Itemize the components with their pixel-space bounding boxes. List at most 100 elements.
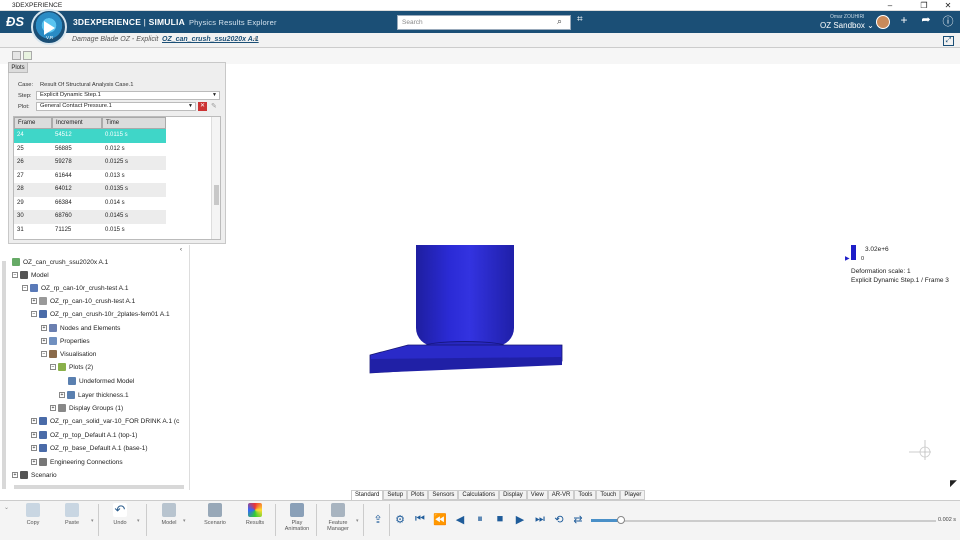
tree-item[interactable]: − Plots (2) <box>50 361 93 374</box>
collapse-icon[interactable]: − <box>31 311 37 318</box>
step-back-icon[interactable]: ⏪ <box>433 513 447 526</box>
tree-item[interactable]: + Display Groups (1) <box>50 402 123 415</box>
expand-icon[interactable]: + <box>31 459 37 466</box>
table-scrollbar[interactable] <box>211 117 220 239</box>
base-plate[interactable] <box>368 343 564 375</box>
play-animation-button[interactable]: Play Animation <box>282 503 312 532</box>
swing-icon[interactable]: ⇄ <box>571 513 585 526</box>
expand-icon[interactable]: + <box>50 405 56 412</box>
table-row[interactable]: 24 54512 0.0115 s <box>14 129 220 143</box>
last-frame-icon[interactable]: ⏭ <box>533 513 547 526</box>
tab-display[interactable]: Display <box>499 490 527 500</box>
feature-options-icon[interactable]: ▾ <box>356 518 359 524</box>
maximize-button[interactable]: ❐ <box>914 0 934 11</box>
tree-item[interactable]: − OZ_rp_can_crush-10r_2plates-fem01 A.1 <box>31 308 170 321</box>
expand-icon[interactable]: + <box>41 325 47 332</box>
paste-options-icon[interactable]: ▾ <box>91 518 94 524</box>
plot-settings-icon[interactable]: ✕ <box>198 102 207 111</box>
tree-item[interactable]: + Layer thickness.1 <box>59 389 129 402</box>
expand-icon[interactable]: + <box>31 298 37 305</box>
search-input[interactable]: Search <box>397 15 571 30</box>
tree-item[interactable]: + Nodes and Elements <box>41 322 120 335</box>
tab-plots-bottom[interactable]: Plots <box>407 490 429 500</box>
sandbox-selector[interactable]: OZ Sandbox ⌄ <box>820 21 874 30</box>
axis-triad-icon[interactable] <box>905 436 933 464</box>
edit-icon[interactable]: ✎ <box>211 102 217 110</box>
table-row[interactable]: 29 66384 0.014 s <box>14 197 220 211</box>
collapse-icon[interactable]: − <box>41 351 47 358</box>
col-header-time[interactable]: Time <box>102 117 166 129</box>
play-icon[interactable]: ▶ <box>513 513 527 526</box>
copy-button[interactable]: Copy <box>18 503 48 526</box>
tree-item[interactable]: + OZ_rp_top_Default A.1 (top-1) <box>31 429 137 442</box>
collapse-icon[interactable]: − <box>12 272 18 279</box>
help-icon[interactable]: ⓘ <box>940 13 956 29</box>
tree-item[interactable]: − OZ_rp_can-10r_crush-test A.1 <box>22 282 128 295</box>
scrollbar-thumb[interactable] <box>214 185 219 205</box>
new-tab-icon[interactable]: + <box>253 34 258 44</box>
panel-pin-icon[interactable] <box>23 51 32 60</box>
feature-manager-button[interactable]: Feature Manager <box>323 503 353 532</box>
close-button[interactable]: ✕ <box>938 0 958 11</box>
collapse-panel-icon[interactable]: ‹ <box>180 247 182 253</box>
tree-item[interactable]: − Visualisation <box>41 348 96 361</box>
play-reverse-icon[interactable]: ◀ <box>453 513 467 526</box>
paste-button[interactable]: Paste <box>57 503 87 526</box>
tree-hscrollbar[interactable] <box>14 485 184 489</box>
expand-icon[interactable]: + <box>31 445 37 452</box>
compass-widget[interactable]: V,R <box>31 9 67 45</box>
tree-root[interactable]: OZ_can_crush_ssu2020x A.1 <box>12 256 108 269</box>
tab-standard[interactable]: Standard <box>351 490 384 500</box>
tab-setup[interactable]: Setup <box>383 490 408 500</box>
plot-select[interactable]: General Contact Pressure.1 ▼ <box>36 102 196 111</box>
time-slider[interactable] <box>591 520 936 522</box>
time-slider-handle[interactable] <box>617 516 625 524</box>
col-header-frame[interactable]: Frame <box>14 117 52 129</box>
expand-icon[interactable]: + <box>31 432 37 439</box>
tag-icon[interactable]: ⌗ <box>577 14 583 25</box>
export-icon[interactable]: ⇪ <box>371 513 385 526</box>
gear-icon[interactable]: ⚙ <box>393 513 407 526</box>
tab-plots[interactable]: Plots <box>8 62 28 73</box>
step-select[interactable]: Explicit Dynamic Step.1 ▼ <box>36 91 220 100</box>
undo-options-icon[interactable]: ▾ <box>137 518 140 524</box>
table-row[interactable]: 30 68760 0.0145 s <box>14 210 220 224</box>
tab-can-crush[interactable]: OZ_can_crush_ssu2020x A.1 <box>162 36 259 43</box>
model-options-icon[interactable]: ▾ <box>183 518 186 524</box>
table-row[interactable]: 27 61644 0.013 s <box>14 170 220 184</box>
stop-icon[interactable]: ■ <box>493 513 507 525</box>
tree-item[interactable]: + Properties <box>41 335 90 348</box>
expand-icon[interactable]: + <box>12 472 18 479</box>
panel-toggle-button[interactable] <box>12 51 21 60</box>
tree-scrollbar[interactable] <box>2 261 6 489</box>
collapse-icon[interactable]: − <box>50 364 56 371</box>
collapse-icon[interactable]: − <box>22 285 28 292</box>
fullscreen-icon[interactable]: ⤢ <box>943 36 954 46</box>
expand-icon[interactable]: + <box>31 418 37 425</box>
tab-touch[interactable]: Touch <box>596 490 621 500</box>
avatar[interactable] <box>876 15 890 29</box>
tab-calculations[interactable]: Calculations <box>458 490 500 500</box>
share-icon[interactable]: ➦ <box>918 13 934 26</box>
tab-sensors[interactable]: Sensors <box>428 490 459 500</box>
loop-icon[interactable]: ⟲ <box>552 513 566 526</box>
first-frame-icon[interactable]: ⏮ <box>413 513 427 526</box>
table-row[interactable]: 28 64012 0.0135 s <box>14 183 220 197</box>
undo-button[interactable]: ↶ Undo <box>105 503 135 526</box>
scenario-button[interactable]: Scenario <box>200 503 230 526</box>
tree-item[interactable]: + Scenario <box>12 469 57 482</box>
tree-item[interactable]: + OZ_rp_base_Default A.1 (base-1) <box>31 442 148 455</box>
tab-tools[interactable]: Tools <box>574 490 597 500</box>
tree-item[interactable]: + Engineering Connections <box>31 456 123 469</box>
col-header-increment[interactable]: Increment <box>52 117 102 129</box>
table-row[interactable]: 26 59278 0.0125 s <box>14 156 220 170</box>
tree-item[interactable]: + OZ_rp_can-10_crush-test A.1 <box>31 295 135 308</box>
results-button[interactable]: Results <box>240 503 270 526</box>
search-icon[interactable]: ⌕ <box>557 16 562 27</box>
tree-item[interactable]: − Model <box>12 269 49 282</box>
table-row[interactable]: 31 71125 0.015 s <box>14 224 220 238</box>
add-icon[interactable]: + <box>896 13 912 27</box>
expand-icon[interactable]: + <box>41 338 47 345</box>
pause-icon[interactable]: ⏸ <box>473 513 487 526</box>
table-row[interactable]: 25 56885 0.012 s <box>14 143 220 157</box>
